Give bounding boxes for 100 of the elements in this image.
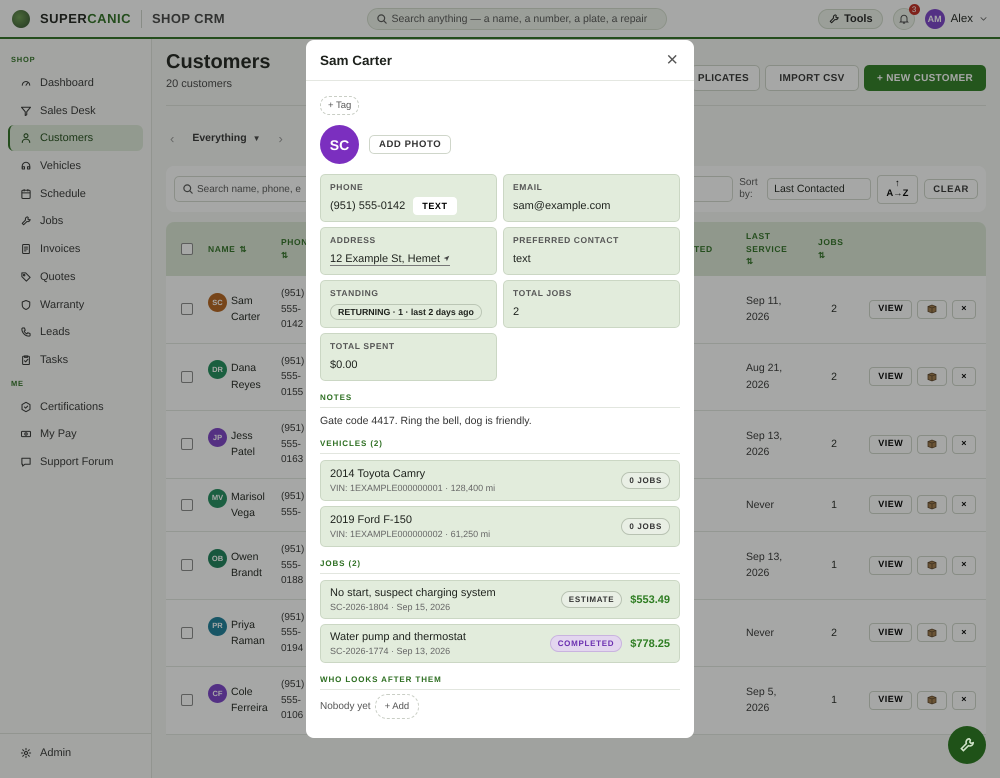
sidebar-item[interactable]: Quotes — [8, 264, 143, 290]
customer-name[interactable]: Jess Patel — [231, 428, 279, 461]
customer-avatar: SC — [320, 125, 359, 164]
job-card[interactable]: No start, suspect charging system SC-2026-1804 · Sep 15, 2026 ESTIMATE $553.49 — [320, 580, 680, 619]
job-count: 2 — [831, 626, 837, 641]
icon-button[interactable] — [917, 623, 948, 642]
delete-button[interactable]: × — [952, 690, 976, 710]
job-amount: $553.49 — [630, 594, 670, 606]
box-icon — [926, 303, 938, 316]
view-button[interactable]: VIEW — [869, 367, 912, 386]
filter-dropdown[interactable]: Everything ▼ — [192, 132, 261, 144]
wrench-icon — [20, 215, 32, 228]
delete-button[interactable]: × — [952, 623, 976, 642]
job-card[interactable]: Water pump and thermostat SC-2026-1774 · Sep 13, 2026 COMPLETED $778.25 — [320, 624, 680, 663]
sidebar-item[interactable]: Certifications — [8, 394, 143, 420]
checkbox[interactable] — [181, 559, 193, 572]
view-button[interactable]: VIEW — [869, 434, 912, 454]
user-avatar[interactable]: AM — [924, 8, 945, 28]
sidebar-item[interactable]: Tasks — [8, 346, 143, 373]
view-button[interactable]: VIEW — [869, 300, 912, 319]
view-button[interactable]: VIEW — [869, 495, 912, 514]
checkbox[interactable] — [181, 370, 193, 383]
box-icon — [926, 438, 938, 450]
sidebar-item[interactable]: Admin — [8, 740, 151, 766]
checkbox[interactable] — [181, 303, 193, 316]
vehicle-card[interactable]: 2019 Ford F-150 VIN: 1EXAMPLE000000002 · 61,250 mi 0 JOBS — [320, 506, 680, 547]
sidebar-item[interactable]: Leads — [8, 319, 143, 346]
sort-field[interactable]: Last Contacted — [767, 178, 871, 200]
checkbox[interactable] — [181, 626, 193, 639]
last-service-date: Sep 13, 2026 — [746, 428, 784, 460]
add-button[interactable]: + Add — [374, 694, 420, 719]
sidebar-item[interactable]: My Pay — [8, 421, 143, 448]
address-link[interactable]: 12 Example St, Hemet — [330, 252, 450, 266]
icon-button[interactable] — [917, 300, 948, 319]
checkbox[interactable] — [181, 498, 193, 511]
icon-button[interactable] — [917, 434, 948, 454]
view-button[interactable]: VIEW — [869, 623, 912, 642]
sort-direction-button[interactable]: ↑ A→Z — [876, 174, 918, 204]
job-count-pill: 0 JOBS — [621, 472, 670, 489]
text-button[interactable]: TEXT — [413, 197, 457, 215]
delete-button[interactable]: × — [952, 367, 976, 386]
phone-number: (951) 555-0142 — [281, 287, 305, 332]
box-icon — [926, 559, 938, 572]
close-button[interactable]: × — [664, 50, 680, 70]
field-label: ADDRESS — [330, 235, 377, 245]
customer-name[interactable]: Marisol Vega — [231, 488, 279, 522]
notifications-button[interactable] — [892, 8, 915, 30]
dialog-title: Sam Carter — [320, 52, 392, 68]
checkbox[interactable] — [181, 694, 193, 706]
sidebar-item[interactable]: Invoices — [8, 236, 143, 262]
clear-button[interactable]: CLEAR — [924, 179, 978, 199]
field-value: (951) 555-0142 — [330, 200, 406, 212]
last-service-date: Aug 21, 2026 — [746, 361, 784, 393]
view-button[interactable]: VIEW — [869, 690, 912, 710]
status-pill: ESTIMATE — [560, 591, 622, 608]
sidebar-item[interactable]: Dashboard — [8, 70, 143, 96]
tools-button[interactable]: Tools — [818, 8, 883, 28]
field-label: PREFERRED CONTACT — [513, 235, 620, 245]
checkbox[interactable] — [181, 243, 193, 255]
customer-name[interactable]: Priya Raman — [231, 616, 279, 650]
calendar-icon — [20, 188, 32, 200]
checkbox[interactable] — [181, 438, 193, 450]
navigation-icon — [443, 254, 450, 262]
sidebar-item[interactable]: Jobs — [8, 208, 143, 234]
vehicle-card[interactable]: 2014 Toyota Camry VIN: 1EXAMPLE000000001 · 128,400 mi 0 JOBS — [320, 460, 680, 501]
icon-button[interactable] — [917, 367, 948, 386]
delete-button[interactable]: × — [952, 556, 976, 575]
customer-name[interactable]: Owen Brandt — [231, 549, 279, 582]
icon-button[interactable] — [917, 556, 948, 575]
view-button[interactable]: VIEW — [869, 556, 912, 575]
add-tag-button[interactable]: + Tag — [320, 96, 360, 115]
customer-name[interactable]: Sam Carter — [231, 292, 279, 326]
wrench-button[interactable] — [948, 726, 986, 764]
job-count: 1 — [831, 498, 837, 513]
delete-button[interactable]: × — [952, 300, 976, 319]
job-amount: $778.25 — [630, 638, 670, 650]
new-customer-button[interactable]: + NEW CUSTOMER — [864, 65, 986, 91]
sidebar-item[interactable]: Support Forum — [8, 448, 143, 475]
sidebar-item[interactable]: Customers — [8, 125, 143, 152]
customer-name[interactable]: Cole Ferreira — [231, 684, 279, 717]
bell-icon — [898, 12, 910, 24]
delete-button[interactable]: × — [952, 434, 976, 454]
sidebar-item[interactable]: Warranty — [8, 292, 143, 318]
customer-name[interactable]: Dana Reyes — [231, 360, 279, 394]
job-count: 1 — [831, 558, 837, 574]
vehicle-title: 2019 Ford F-150 — [330, 514, 413, 526]
delete-button[interactable]: × — [952, 495, 976, 514]
section-heading: NOTES — [320, 393, 680, 408]
sidebar-item[interactable]: Sales Desk — [8, 98, 143, 124]
field-label: EMAIL — [513, 182, 544, 192]
add-photo-button[interactable]: ADD PHOTO — [369, 135, 452, 154]
search-icon — [376, 12, 388, 24]
icon-button[interactable] — [917, 495, 948, 514]
sidebar-item[interactable]: Schedule — [8, 180, 143, 207]
field-value: sam@example.com — [513, 200, 610, 212]
global-search-field[interactable]: Search anything — a name, a number, a plate, a repair — [366, 8, 667, 30]
sidebar-item[interactable]: Vehicles — [8, 153, 143, 180]
user-name[interactable]: Alex — [950, 12, 973, 24]
action-button[interactable]: IMPORT CSV — [765, 65, 859, 91]
icon-button[interactable] — [917, 690, 948, 710]
